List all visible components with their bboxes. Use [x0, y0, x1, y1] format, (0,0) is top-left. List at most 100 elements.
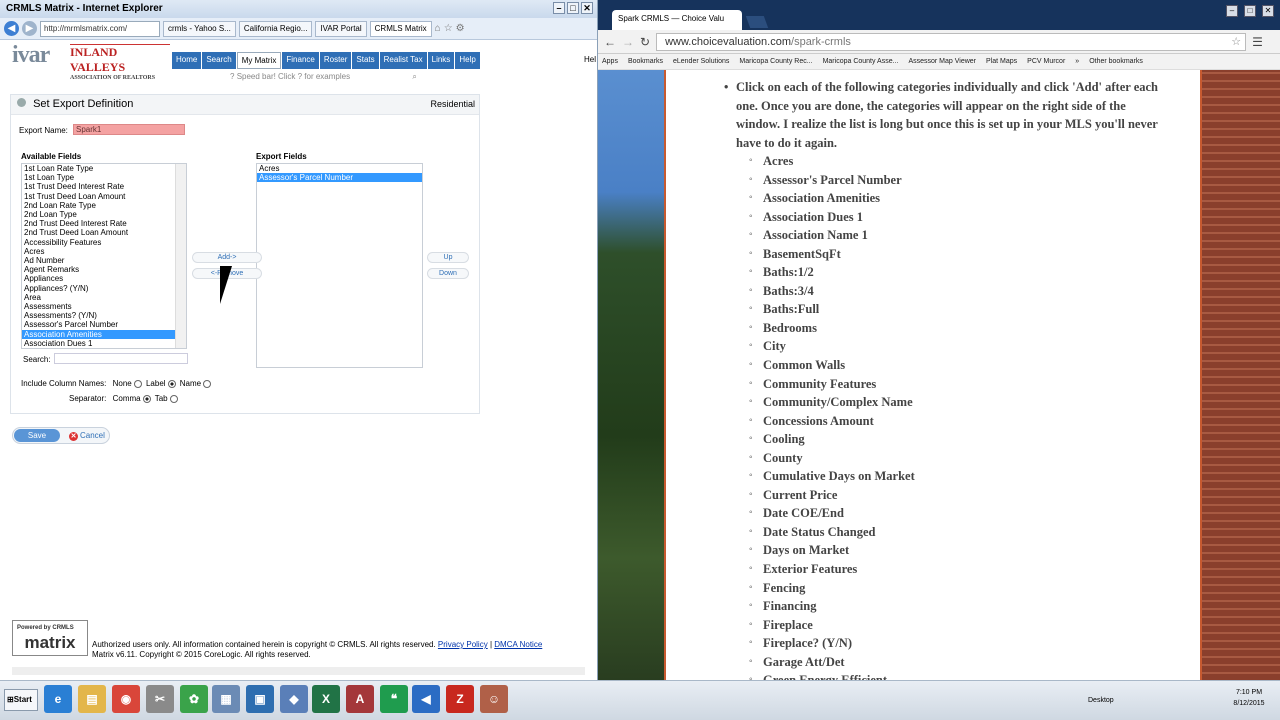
bookmark-item[interactable]: Plat Maps	[986, 58, 1017, 65]
available-field-item[interactable]: Assessments? (Y/N)	[22, 311, 186, 320]
available-field-item[interactable]: 1st Trust Deed Interest Rate	[22, 182, 186, 191]
address-bar[interactable]: http://mrmlsmatrix.com/	[40, 20, 160, 37]
menu-realist-tax[interactable]: Realist Tax	[379, 52, 427, 69]
chrome-taskbar-icon[interactable]: ◉	[112, 685, 140, 713]
add-button[interactable]: Add->	[192, 252, 262, 263]
chrome-tab-spark[interactable]: Spark CRMLS — Choice Valu	[612, 10, 742, 30]
available-field-item[interactable]: 2nd Loan Type	[22, 210, 186, 219]
extensions-icon[interactable]: ☰	[1252, 35, 1263, 49]
crmls-matrix-badge[interactable]: Powered by CRMLS matrix	[12, 620, 88, 656]
calculator-taskbar-icon[interactable]: ▦	[212, 685, 240, 713]
bookmark-star-icon[interactable]: ☆	[1231, 35, 1241, 48]
bookmark-item[interactable]: eLender Solutions	[673, 58, 729, 65]
search-input[interactable]	[54, 353, 188, 364]
app-taskbar-icon[interactable]: ◆	[280, 685, 308, 713]
chrome-close-button[interactable]: ✕	[1262, 5, 1274, 17]
home-icon[interactable]: ⌂	[435, 23, 441, 34]
export-name-input[interactable]: Spark1	[73, 124, 185, 135]
available-field-item[interactable]: Accessibility Features	[22, 238, 186, 247]
chrome-forward-icon[interactable]: →	[622, 35, 634, 49]
bookmark-item[interactable]: Assessor Map Viewer	[908, 58, 976, 65]
omnibox[interactable]: www.choicevaluation.com/spark-crmls ☆	[656, 32, 1247, 51]
save-button[interactable]: Save	[14, 429, 60, 442]
menu-home[interactable]: Home	[172, 52, 202, 69]
desktop-toolbar[interactable]: Desktop	[1088, 697, 1114, 704]
available-field-item[interactable]: Appliances	[22, 274, 186, 283]
available-field-item[interactable]: 2nd Trust Deed Loan Amount	[22, 228, 186, 237]
menu-roster[interactable]: Roster	[319, 52, 352, 69]
bookmark-item[interactable]: Maricopa County Asse...	[823, 58, 899, 65]
minimize-button[interactable]: –	[553, 2, 565, 14]
cancel-button[interactable]: ✕ Cancel	[69, 431, 105, 441]
speed-bar[interactable]: ? Speed bar! Click ? for examples ⌕	[230, 72, 417, 82]
menu-search[interactable]: Search	[202, 52, 236, 69]
bookmark-item[interactable]: Other bookmarks	[1089, 58, 1143, 65]
bookmark-item[interactable]: PCV Murcor	[1027, 58, 1065, 65]
speedbar-help-icon[interactable]: ?	[230, 72, 234, 81]
ivar-logo[interactable]: ivar	[12, 42, 50, 69]
start-button[interactable]: ⊞Start	[4, 689, 38, 711]
filezilla-taskbar-icon[interactable]: Z	[446, 685, 474, 713]
menu-links[interactable]: Links	[427, 52, 455, 69]
radio-comma[interactable]	[142, 394, 151, 403]
radio-name[interactable]	[203, 379, 212, 388]
back-icon[interactable]: ◀	[4, 21, 19, 36]
bookmark-item[interactable]: »	[1075, 58, 1079, 65]
menu-help[interactable]: Help	[455, 52, 480, 69]
available-field-item[interactable]: 2nd Trust Deed Interest Rate	[22, 219, 186, 228]
reload-icon[interactable]: ↻	[640, 35, 650, 49]
up-button[interactable]: Up	[427, 252, 469, 263]
available-field-item[interactable]: Agent Remarks	[22, 265, 186, 274]
chrome-back-icon[interactable]: ←	[604, 35, 616, 49]
project-taskbar-icon[interactable]: ▣	[246, 685, 274, 713]
available-field-item[interactable]: Acres	[22, 247, 186, 256]
close-button[interactable]: ✕	[581, 2, 593, 14]
menu-my-matrix[interactable]: My Matrix	[236, 52, 282, 69]
down-button[interactable]: Down	[427, 268, 469, 279]
maximize-button[interactable]: □	[567, 2, 579, 14]
available-field-item[interactable]: Association Dues 1	[22, 339, 186, 348]
ie-tab-california[interactable]: California Regio...	[238, 20, 313, 37]
chrome-minimize-button[interactable]: –	[1226, 5, 1238, 17]
hangouts-taskbar-icon[interactable]: ❝	[380, 685, 408, 713]
available-field-item[interactable]: 1st Trust Deed Loan Amount	[22, 192, 186, 201]
ie-taskbar-icon[interactable]: e	[44, 685, 72, 713]
menu-stats[interactable]: Stats	[352, 52, 379, 69]
export-fields-list[interactable]: Acres Assessor's Parcel Number	[256, 163, 423, 368]
available-field-item[interactable]: 1st Loan Type	[22, 173, 186, 182]
available-field-item[interactable]: Area	[22, 293, 186, 302]
new-tab-button[interactable]	[745, 16, 769, 28]
explorer-taskbar-icon[interactable]: ▤	[78, 685, 106, 713]
settings-icon[interactable]: ⚙	[456, 23, 465, 34]
speedbar-search-icon[interactable]: ⌕	[412, 72, 416, 81]
picasa-taskbar-icon[interactable]: ✿	[180, 685, 208, 713]
available-fields-scrollbar[interactable]	[175, 164, 186, 348]
radio-tab[interactable]	[169, 394, 178, 403]
bookmark-item[interactable]: Maricopa County Rec...	[739, 58, 812, 65]
dmca-notice-link[interactable]: DMCA Notice	[494, 640, 542, 649]
available-field-item[interactable]: Assessor's Parcel Number	[22, 320, 186, 329]
excel-taskbar-icon[interactable]: X	[312, 685, 340, 713]
export-field-item[interactable]: Acres	[257, 164, 422, 173]
ie-tab-ivar[interactable]: IVAR Portal	[315, 20, 367, 37]
available-field-item[interactable]: Ad Number	[22, 256, 186, 265]
system-clock[interactable]: 7:10 PM 8/12/2015	[1224, 687, 1274, 709]
ie-tab-yahoo[interactable]: crmls - Yahoo S...	[163, 20, 236, 37]
access-taskbar-icon[interactable]: A	[346, 685, 374, 713]
favorites-icon[interactable]: ☆	[444, 23, 453, 34]
privacy-policy-link[interactable]: Privacy Policy	[438, 640, 488, 649]
available-field-item[interactable]: 2nd Loan Rate Type	[22, 201, 186, 210]
user-app-taskbar-icon[interactable]: ☺	[480, 685, 508, 713]
forward-icon[interactable]: ▶	[22, 21, 37, 36]
menu-finance[interactable]: Finance	[282, 52, 319, 69]
chrome-maximize-button[interactable]: □	[1244, 5, 1256, 17]
available-field-item[interactable]: Assessments	[22, 302, 186, 311]
menu-overflow[interactable]: Hel	[584, 55, 596, 64]
export-field-item[interactable]: Assessor's Parcel Number	[257, 173, 422, 183]
bookmark-item[interactable]: Bookmarks	[628, 58, 663, 65]
available-field-item[interactable]: Appliances? (Y/N)	[22, 284, 186, 293]
available-fields-list[interactable]: 1st Loan Rate Type 1st Loan Type 1st Trust…	[21, 163, 187, 349]
horizontal-scrollbar[interactable]	[12, 667, 585, 675]
bookmark-item[interactable]: Apps	[602, 58, 618, 65]
ie-tab-crmls[interactable]: CRMLS Matrix	[369, 20, 432, 37]
